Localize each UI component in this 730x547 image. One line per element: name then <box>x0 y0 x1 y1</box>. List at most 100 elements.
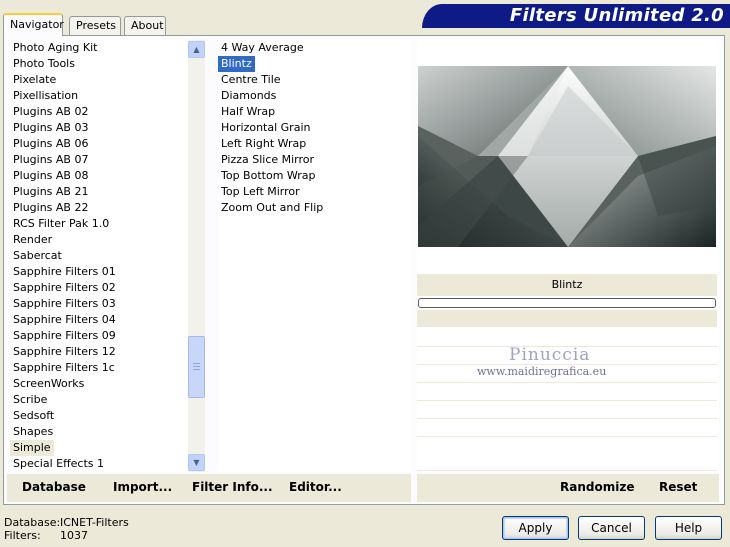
list-item[interactable]: Photo Aging Kit <box>10 40 188 56</box>
apply-button[interactable]: Apply <box>502 516 569 540</box>
list-item[interactable]: Pixellisation <box>10 88 188 104</box>
list-item[interactable]: Top Bottom Wrap <box>218 168 411 184</box>
editor-button[interactable]: Editor... <box>289 480 342 494</box>
list-item-label: Simple <box>10 440 54 456</box>
database-label: Database: <box>4 516 61 529</box>
param-row <box>417 310 717 327</box>
list-item[interactable]: RCS Filter Pak 1.0 <box>10 216 188 232</box>
list-item[interactable]: Sapphire Filters 09 <box>10 328 188 344</box>
list-item[interactable]: Centre Tile <box>218 72 411 88</box>
reset-button[interactable]: Reset <box>659 480 697 494</box>
database-value: ICNET-Filters <box>60 516 129 529</box>
list-item-label: Scribe <box>13 393 48 406</box>
list-item-label: Blintz <box>218 56 255 72</box>
list-item-label: Plugins AB 07 <box>13 153 89 166</box>
list-item[interactable]: Plugins AB 21 <box>10 184 188 200</box>
list-item-label: Sapphire Filters 09 <box>13 329 116 342</box>
preview-slider[interactable] <box>418 298 716 308</box>
list-item-label: Sapphire Filters 01 <box>13 265 116 278</box>
list-item[interactable]: Plugins AB 07 <box>10 152 188 168</box>
list-item-label: Plugins AB 21 <box>13 185 89 198</box>
list-item[interactable]: Diamonds <box>218 88 411 104</box>
category-list[interactable]: Photo Aging Kit Photo Tools Pixelate Pixell… <box>10 40 188 472</box>
scroll-down-button[interactable]: ▼ <box>188 454 205 471</box>
list-item-label: ScreenWorks <box>13 377 85 390</box>
list-item-label: Plugins AB 02 <box>13 105 89 118</box>
scroll-thumb[interactable] <box>188 336 205 398</box>
database-button[interactable]: Database <box>22 480 86 494</box>
list-item-label: Horizontal Grain <box>221 121 311 134</box>
list-item-label: Render <box>13 233 53 246</box>
filters-count-value: 1037 <box>60 529 88 542</box>
list-item[interactable]: Sapphire Filters 02 <box>10 280 188 296</box>
list-item[interactable]: Left Right Wrap <box>218 136 411 152</box>
tab-about[interactable]: About <box>124 16 166 35</box>
preview-filter-name: Blintz <box>417 274 717 296</box>
list-item[interactable]: Half Wrap <box>218 104 411 120</box>
help-button[interactable]: Help <box>655 516 722 540</box>
list-item[interactable]: Sapphire Filters 04 <box>10 312 188 328</box>
list-item[interactable]: Special Effects 1 <box>10 456 188 472</box>
list-item[interactable]: Plugins AB 08 <box>10 168 188 184</box>
list-item-label: Centre Tile <box>221 73 281 86</box>
preview-button-bar: Randomize Reset <box>417 474 719 502</box>
randomize-button[interactable]: Randomize <box>560 480 634 494</box>
list-item-label: Pizza Slice Mirror <box>221 153 315 166</box>
list-item-label: Diamonds <box>221 89 277 102</box>
list-item[interactable]: Top Left Mirror <box>218 184 411 200</box>
tab-presets[interactable]: Presets <box>69 16 121 35</box>
list-item-label: Left Right Wrap <box>221 137 307 150</box>
list-item[interactable]: Sapphire Filters 12 <box>10 344 188 360</box>
list-item[interactable]: Sabercat <box>10 248 188 264</box>
list-item[interactable]: Plugins AB 22 <box>10 200 188 216</box>
brand-banner: Filters Unlimited 2.0 <box>422 4 730 28</box>
list-item-label: Plugins AB 08 <box>13 169 89 182</box>
list-item[interactable]: Zoom Out and Flip <box>218 200 411 216</box>
list-item[interactable]: Sedsoft <box>10 408 188 424</box>
list-item[interactable]: Sapphire Filters 1c <box>10 360 188 376</box>
list-item[interactable]: Sapphire Filters 01 <box>10 264 188 280</box>
list-item[interactable]: Render <box>10 232 188 248</box>
filters-count-label: Filters: <box>4 529 41 542</box>
param-row <box>417 402 717 419</box>
cancel-button[interactable]: Cancel <box>578 516 645 540</box>
list-item[interactable]: Shapes <box>10 424 188 440</box>
list-item[interactable]: Plugins AB 02 <box>10 104 188 120</box>
filter-info-button[interactable]: Filter Info... <box>192 480 273 494</box>
preview-image <box>418 66 716 247</box>
list-item-label: Plugins AB 22 <box>13 201 89 214</box>
list-item[interactable]: Plugins AB 06 <box>10 136 188 152</box>
list-item-label: Top Bottom Wrap <box>221 169 316 182</box>
grip-line <box>193 366 200 367</box>
list-item[interactable]: 4 Way Average <box>218 40 411 56</box>
list-item[interactable]: Plugins AB 03 <box>10 120 188 136</box>
list-item-label: Shapes <box>13 425 54 438</box>
list-item[interactable]: Blintz <box>218 56 411 72</box>
list-item[interactable]: Sapphire Filters 03 <box>10 296 188 312</box>
list-item[interactable]: Pizza Slice Mirror <box>218 152 411 168</box>
list-item-label: Top Left Mirror <box>221 185 300 198</box>
param-row <box>417 438 717 455</box>
grip-line <box>193 369 200 370</box>
grip-line <box>193 363 200 364</box>
list-item-label: Pixelate <box>13 73 57 86</box>
category-scrollbar[interactable]: ▲ ▼ <box>188 40 205 472</box>
list-item-label: Sapphire Filters 1c <box>13 361 115 374</box>
filter-list[interactable]: 4 Way Average Blintz Centre Tile Diamonds Ha… <box>218 40 411 472</box>
list-item-label: Photo Aging Kit <box>13 41 98 54</box>
list-item[interactable]: Pixelate <box>10 72 188 88</box>
list-item[interactable]: Simple <box>10 440 188 456</box>
list-item-label: Sapphire Filters 02 <box>13 281 116 294</box>
navigator-button-bar: Database Import... Filter Info... Editor… <box>7 474 411 502</box>
tab-navigator[interactable]: Navigator <box>3 13 64 36</box>
list-item[interactable]: Horizontal Grain <box>218 120 411 136</box>
scroll-up-button[interactable]: ▲ <box>188 41 205 58</box>
list-item-label: RCS Filter Pak 1.0 <box>13 217 110 230</box>
list-item[interactable]: Photo Tools <box>10 56 188 72</box>
list-item[interactable]: Scribe <box>10 392 188 408</box>
import-button[interactable]: Import... <box>113 480 172 494</box>
brand-title: Filters Unlimited 2.0 <box>509 5 724 26</box>
list-item[interactable]: ScreenWorks <box>10 376 188 392</box>
list-item-label: Zoom Out and Flip <box>221 201 324 214</box>
param-row <box>417 454 717 471</box>
